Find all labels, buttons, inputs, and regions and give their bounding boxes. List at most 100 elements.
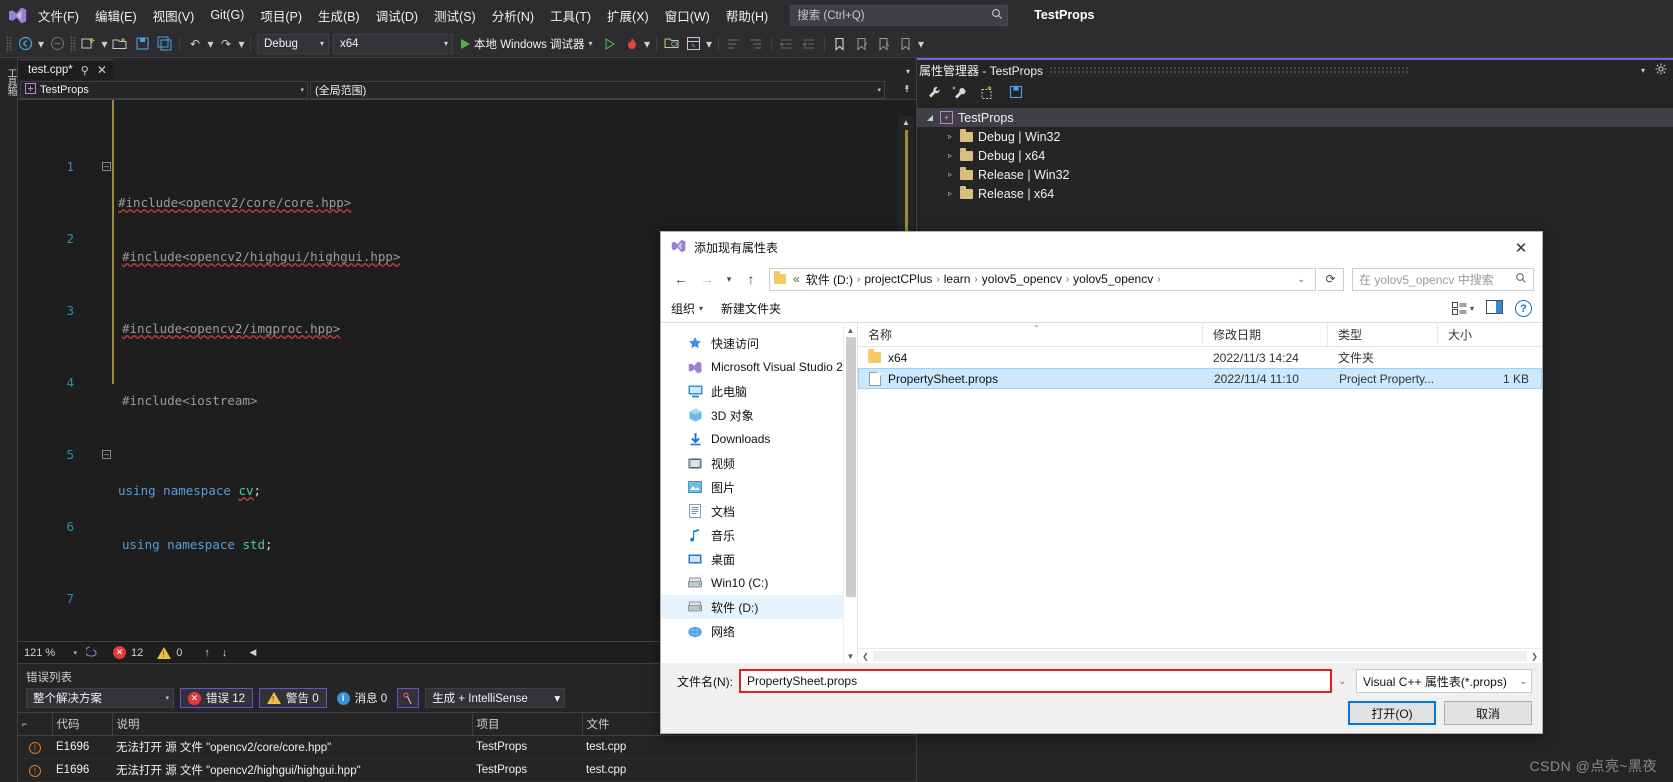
cancel-button[interactable]: 取消 bbox=[1444, 701, 1532, 725]
add-new-project-property-sheet-icon[interactable] bbox=[950, 82, 970, 102]
tree-node-release-win32[interactable]: ▹ Release | Win32 bbox=[917, 165, 1673, 184]
navigate-backward-caret-icon[interactable]: ▾ bbox=[36, 33, 46, 55]
recent-locations-caret-icon[interactable]: ▾ bbox=[721, 267, 737, 291]
select-process-icon[interactable] bbox=[661, 33, 683, 55]
split-window-icon[interactable]: ⯭ bbox=[898, 84, 916, 95]
dialog-search-input[interactable]: 在 yolov5_opencv 中搜索 bbox=[1352, 267, 1534, 291]
back-icon[interactable]: ← bbox=[669, 267, 693, 291]
breadcrumb-dropdown-icon[interactable]: ⌄ bbox=[1289, 274, 1313, 285]
hot-reload-caret-icon[interactable]: ▾ bbox=[643, 33, 652, 55]
scrollbar-track[interactable] bbox=[873, 651, 1527, 661]
menu-git[interactable]: Git(G) bbox=[202, 4, 252, 26]
menu-build[interactable]: 生成(B) bbox=[310, 2, 368, 29]
table-row[interactable]: ! E1696 无法打开 源 文件 "opencv2/highgui/highg… bbox=[18, 758, 916, 782]
previous-issue-button[interactable]: ↑ bbox=[204, 647, 210, 659]
error-count-indicator[interactable]: ✕ 12 bbox=[113, 646, 143, 659]
scroll-left-arrow-icon[interactable]: ❮ bbox=[858, 652, 873, 661]
menu-analyze[interactable]: 分析(N) bbox=[484, 2, 542, 29]
dialog-title-bar[interactable]: 添加现有属性表 ✕ bbox=[661, 232, 1542, 263]
undo-caret-icon[interactable]: ▾ bbox=[206, 33, 215, 55]
global-search-input[interactable]: 搜索 (Ctrl+Q) bbox=[790, 4, 1009, 26]
scroll-down-arrow-icon[interactable]: ▼ bbox=[847, 649, 855, 663]
clear-bookmarks-icon[interactable] bbox=[895, 33, 917, 55]
breadcrumb-item-yolov5-opencv[interactable]: yolov5_opencv bbox=[979, 272, 1065, 286]
chevron-right-icon[interactable]: ▹ bbox=[945, 189, 955, 198]
breadcrumb[interactable]: « 软件 (D:) › projectCPlus › learn › yolov… bbox=[769, 267, 1316, 291]
messages-filter-toggle[interactable]: i 消息 0 bbox=[333, 688, 392, 708]
col-description[interactable]: 说明 bbox=[112, 712, 473, 736]
member-scope-combo[interactable]: (全局范围) ▾ bbox=[310, 80, 885, 99]
error-scope-combo[interactable]: 整个解决方案 ▾ bbox=[26, 688, 174, 708]
close-icon[interactable]: ✕ bbox=[97, 63, 107, 77]
navigate-forward-icon[interactable] bbox=[46, 33, 68, 55]
fold-toggle-icon[interactable]: – bbox=[102, 450, 111, 459]
fold-toggle-icon[interactable]: – bbox=[102, 162, 111, 171]
open-button[interactable]: 打开(O) bbox=[1348, 701, 1436, 725]
breadcrumb-item-learn[interactable]: learn bbox=[941, 272, 974, 286]
place-win10-c[interactable]: Win10 (C:) bbox=[661, 571, 857, 595]
next-issue-button[interactable]: ↓ bbox=[222, 647, 228, 659]
redo-icon[interactable]: ↷ bbox=[215, 33, 237, 55]
column-header-date[interactable]: 修改日期 bbox=[1203, 323, 1328, 346]
scrollbar-thumb[interactable] bbox=[845, 337, 856, 597]
solution-explorer-icon[interactable] bbox=[683, 33, 705, 55]
table-row[interactable]: ! E1696 无法打开 源 文件 "opencv2/core/core.hpp… bbox=[18, 735, 916, 759]
filename-dropdown-icon[interactable]: ⌄ bbox=[1338, 676, 1350, 687]
warnings-filter-toggle[interactable]: 警告 0 bbox=[259, 688, 327, 708]
hot-reload-icon[interactable] bbox=[621, 33, 643, 55]
help-icon[interactable]: ? bbox=[1515, 300, 1532, 317]
errors-filter-toggle[interactable]: ✕ 错误 12 bbox=[180, 688, 253, 708]
solution-platform-combo[interactable]: x64 ▾ bbox=[333, 33, 453, 54]
save-icon[interactable] bbox=[131, 33, 153, 55]
chevron-expanded-icon[interactable]: ◢ bbox=[925, 113, 935, 122]
place-visual-studio[interactable]: Microsoft Visual Studio 202 bbox=[661, 355, 857, 379]
place-3d-objects[interactable]: 3D 对象 bbox=[661, 403, 857, 427]
menu-window[interactable]: 窗口(W) bbox=[657, 2, 718, 29]
place-downloads[interactable]: Downloads bbox=[661, 427, 857, 451]
save-all-icon[interactable] bbox=[153, 33, 175, 55]
breadcrumb-item-drive[interactable]: 软件 (D:) bbox=[803, 271, 856, 288]
refresh-icon[interactable]: ⟳ bbox=[1318, 267, 1344, 291]
open-file-icon[interactable] bbox=[109, 33, 131, 55]
start-without-debugging-icon[interactable] bbox=[599, 33, 621, 55]
toolbox-rail[interactable]: 工具箱 bbox=[0, 58, 18, 782]
toolbar-grip-2[interactable] bbox=[70, 35, 76, 52]
navigate-backward-icon[interactable] bbox=[14, 33, 36, 55]
menu-test[interactable]: 测试(S) bbox=[426, 2, 484, 29]
outdent-icon[interactable] bbox=[798, 33, 820, 55]
place-quick-access[interactable]: 快速访问 bbox=[661, 331, 857, 355]
file-list-horizontal-scrollbar[interactable]: ❮ ❯ bbox=[858, 648, 1542, 663]
place-videos[interactable]: 视频 bbox=[661, 451, 857, 475]
place-network[interactable]: 网络 bbox=[661, 619, 857, 643]
previous-bookmark-icon[interactable] bbox=[851, 33, 873, 55]
indent-icon[interactable] bbox=[776, 33, 798, 55]
column-header-type[interactable]: 类型 bbox=[1328, 323, 1438, 346]
col-severity[interactable]: ⌐ bbox=[18, 712, 53, 736]
solution-configuration-combo[interactable]: Debug ▾ bbox=[257, 33, 329, 54]
tree-node-release-x64[interactable]: ▹ Release | x64 bbox=[917, 184, 1673, 203]
column-header-size[interactable]: 大小 bbox=[1438, 323, 1542, 346]
place-this-pc[interactable]: 此电脑 bbox=[661, 379, 857, 403]
tree-node-testprops[interactable]: ◢ + TestProps bbox=[917, 108, 1673, 127]
menu-view[interactable]: 视图(V) bbox=[145, 2, 203, 29]
menu-project[interactable]: 项目(P) bbox=[252, 2, 310, 29]
gear-icon[interactable] bbox=[1655, 63, 1667, 78]
scroll-up-arrow-icon[interactable]: ▲ bbox=[902, 116, 910, 128]
tree-node-debug-win32[interactable]: ▹ Debug | Win32 bbox=[917, 127, 1673, 146]
pin-icon[interactable]: ⚲ bbox=[81, 64, 89, 77]
place-music[interactable]: 音乐 bbox=[661, 523, 857, 547]
preview-pane-icon[interactable] bbox=[1486, 300, 1503, 317]
redo-caret-icon[interactable]: ▾ bbox=[237, 33, 246, 55]
chevron-right-icon[interactable]: ▹ bbox=[945, 170, 955, 179]
uncomment-icon[interactable] bbox=[745, 33, 767, 55]
build-filter-combo[interactable]: 生成 + IntelliSense ▾ bbox=[425, 688, 566, 708]
file-row-propertysheet-props[interactable]: PropertySheet.props 2022/11/4 11:10 Proj… bbox=[858, 368, 1542, 389]
menu-tools[interactable]: 工具(T) bbox=[542, 2, 599, 29]
filetype-combo[interactable]: Visual C++ 属性表(*.props) ⌄ bbox=[1356, 669, 1532, 693]
next-bookmark-icon[interactable] bbox=[873, 33, 895, 55]
change-view-icon[interactable]: ▾ bbox=[1451, 302, 1474, 315]
intellisense-icon[interactable] bbox=[84, 645, 99, 661]
save-property-sheet-icon[interactable] bbox=[1006, 82, 1026, 102]
chevron-down-icon[interactable]: ▾ bbox=[1641, 66, 1645, 75]
column-header-name[interactable]: 名称 bbox=[858, 323, 1203, 346]
